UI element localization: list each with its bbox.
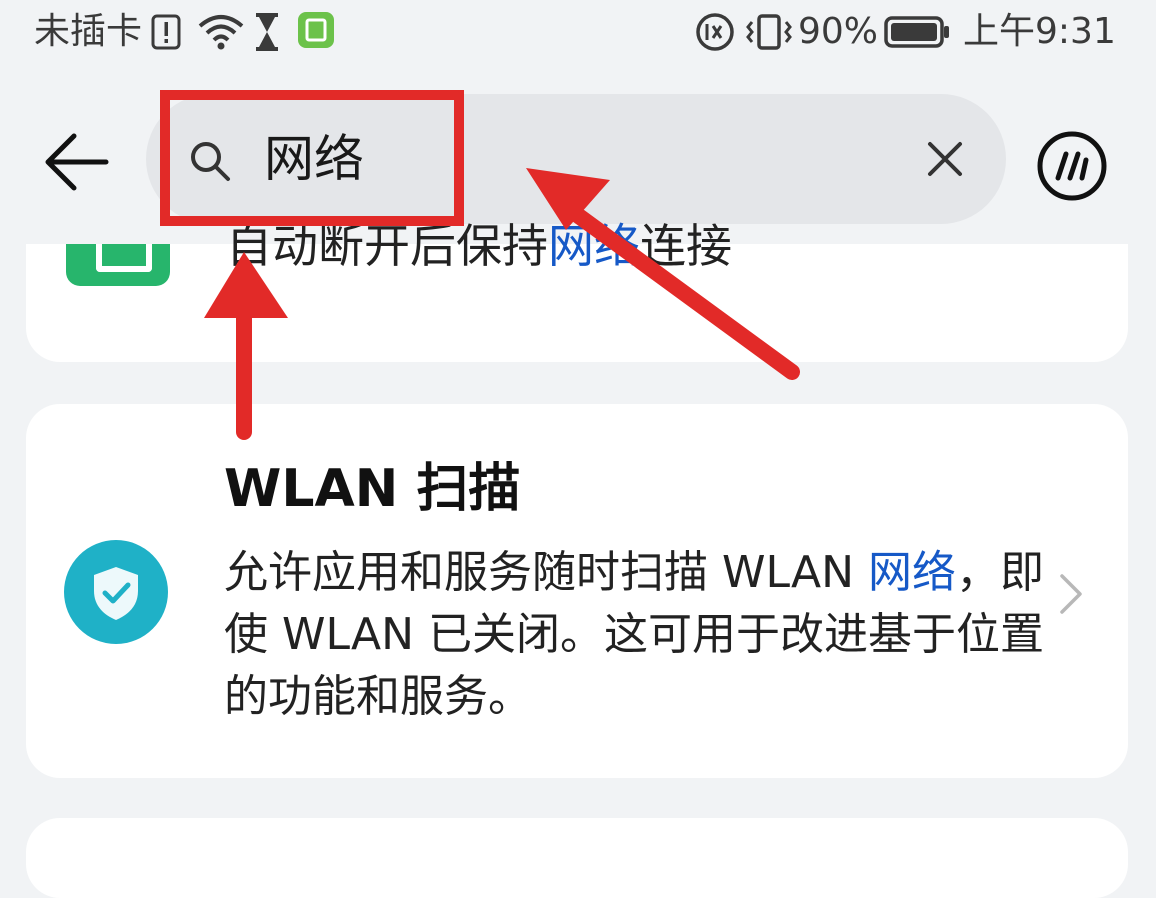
battery-percent: 90% [798,11,879,52]
charging-app-icon [298,12,334,48]
chevron-right-icon [1060,574,1082,614]
carrier-label: 未插卡 [34,11,143,52]
result-card-wlan-scan[interactable]: WLAN 扫描 允许应用和服务随时扫描 WLAN 网络，即使 WLAN 已关闭。… [26,404,1128,778]
clear-search-button[interactable] [922,136,968,182]
clock: 上午9:31 [963,11,1116,52]
assistant-button[interactable] [1036,130,1108,202]
sim-alert-icon [151,14,181,50]
status-bar: 未插卡 90% 上午9:31 [0,0,1156,68]
wifi-icon [198,15,244,50]
result-title: WLAN 扫描 [224,459,521,519]
vibrate-icon [746,14,792,50]
shield-check-icon [64,540,168,644]
battery-icon [884,16,949,48]
close-icon [928,142,962,176]
hd-voice-icon [696,13,734,51]
annotation-highlight-box [160,90,464,226]
assistant-icon [1037,131,1107,201]
result-card-next[interactable] [26,818,1128,898]
hourglass-icon [256,13,278,51]
back-arrow-icon [45,133,109,191]
clipped-result-text: 自动断开后保持网络连接 [226,219,732,273]
green-app-icon [66,244,170,286]
result-description: 允许应用和服务随时扫描 WLAN 网络，即使 WLAN 已关闭。这可用于改进基于… [224,547,1045,722]
back-button[interactable] [40,124,116,200]
result-card-clipped[interactable]: 自动断开后保持网络连接 [26,219,1128,362]
